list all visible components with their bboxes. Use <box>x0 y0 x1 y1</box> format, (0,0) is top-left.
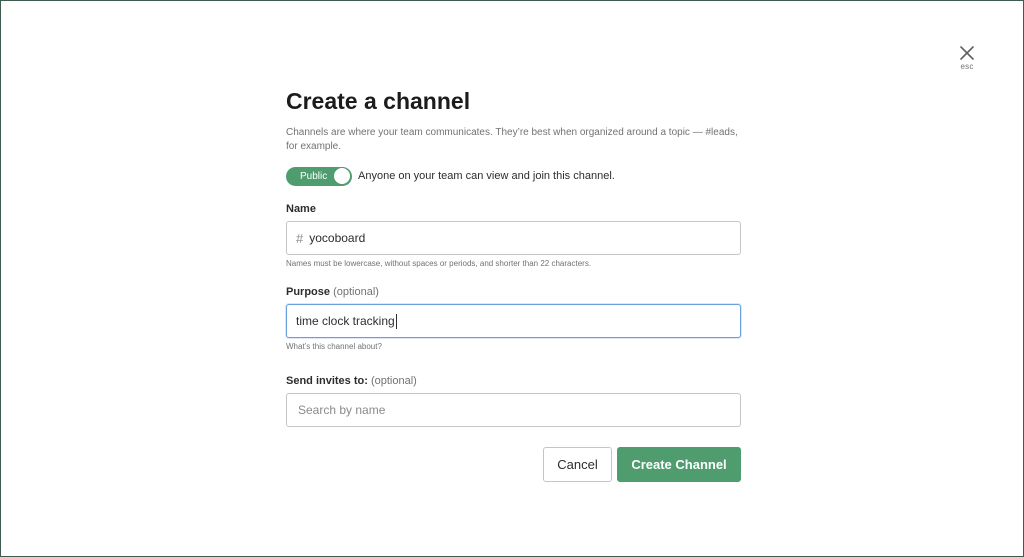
dialog-title: Create a channel <box>286 88 471 114</box>
name-label-text: Name <box>286 203 316 215</box>
toggle-label: Public <box>300 170 328 182</box>
privacy-description: Anyone on your team can view and join th… <box>358 170 615 182</box>
cancel-button[interactable]: Cancel <box>543 447 612 482</box>
purpose-input-value: time clock tracking <box>296 314 395 328</box>
invites-optional-text: (optional) <box>370 375 417 387</box>
dialog-actions: Cancel Create Channel <box>286 447 741 482</box>
hash-icon: # <box>296 230 304 246</box>
toggle-knob <box>334 167 350 184</box>
close-button[interactable]: esc <box>953 45 981 71</box>
create-channel-dialog: Create a channel Channels are where your… <box>286 87 741 482</box>
public-private-toggle[interactable]: Public <box>286 166 352 186</box>
create-channel-button[interactable]: Create Channel <box>617 447 741 482</box>
purpose-optional-text: (optional) <box>333 286 379 298</box>
privacy-row: Public Anyone on your team can view and … <box>286 166 741 186</box>
invites-label-text: Send invites to: <box>286 375 368 387</box>
invites-placeholder: Search by name <box>298 403 386 417</box>
purpose-label-text: Purpose <box>286 286 331 298</box>
invites-label: Send invites to: (optional) <box>286 374 741 388</box>
invites-search-input[interactable]: Search by name <box>286 393 741 427</box>
name-input[interactable]: # yocoboard <box>286 221 741 255</box>
modal-frame: esc Create a channel Channels are where … <box>0 0 1024 557</box>
purpose-hint: What’s this channel about? <box>286 342 382 351</box>
esc-hint: esc <box>960 62 974 71</box>
name-hint: Names must be lowercase, without spaces … <box>286 259 592 268</box>
purpose-label: Purpose (optional) <box>286 285 741 299</box>
text-caret <box>395 313 397 329</box>
close-icon[interactable] <box>953 45 981 61</box>
dialog-description: Channels are where your team communicate… <box>286 127 738 152</box>
name-input-value: yocoboard <box>309 231 366 245</box>
purpose-input[interactable]: time clock tracking <box>286 304 741 338</box>
name-label: Name <box>286 202 741 216</box>
